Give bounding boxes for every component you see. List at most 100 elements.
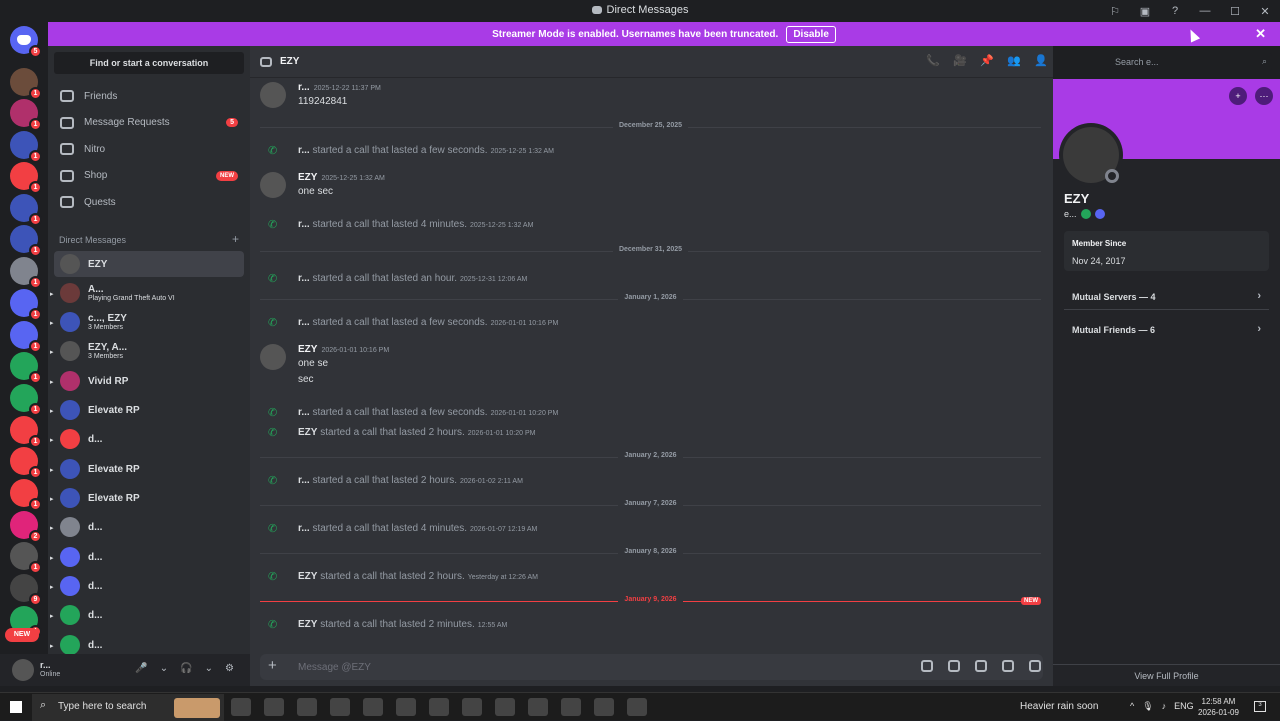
message-composer[interactable]: + Message @EZY bbox=[260, 654, 1043, 680]
user-avatar[interactable] bbox=[12, 659, 34, 681]
app-icon[interactable] bbox=[396, 698, 416, 716]
avatar[interactable] bbox=[260, 82, 286, 108]
server-icon[interactable]: 1 bbox=[10, 384, 42, 416]
app-icon[interactable] bbox=[330, 698, 350, 716]
window-control-icon[interactable]: ☐ bbox=[1220, 5, 1250, 18]
dm-item[interactable]: ▸ d... bbox=[50, 514, 244, 540]
find-conversation-button[interactable]: Find or start a conversation bbox=[54, 52, 244, 74]
disable-button[interactable]: Disable bbox=[786, 25, 836, 43]
more-icon[interactable]: ⋯ bbox=[1255, 87, 1273, 105]
windows-start-icon[interactable] bbox=[10, 701, 22, 713]
file-explorer-icon[interactable] bbox=[627, 698, 647, 716]
avatar[interactable] bbox=[260, 172, 286, 198]
create-dm-icon[interactable]: + bbox=[232, 232, 239, 246]
call-author[interactable]: r... bbox=[298, 317, 310, 328]
server-icon[interactable]: 1 bbox=[10, 321, 42, 353]
app-icon[interactable] bbox=[264, 698, 284, 716]
mutual-servers-row[interactable]: Mutual Servers — 4 › bbox=[1064, 284, 1269, 310]
server-icon[interactable]: 1 bbox=[10, 162, 42, 194]
search-input[interactable]: Search e... ⌕ bbox=[1110, 53, 1272, 71]
server-icon[interactable]: 1 bbox=[10, 542, 42, 574]
video-icon[interactable]: 🎥 bbox=[952, 54, 968, 70]
app-icon[interactable] bbox=[462, 698, 482, 716]
add-friend-icon[interactable]: + bbox=[1229, 87, 1247, 105]
call-author[interactable]: r... bbox=[298, 475, 310, 486]
call-author[interactable]: r... bbox=[298, 145, 310, 156]
message-author[interactable]: r... 2025-12-22 11:37 PM bbox=[298, 82, 381, 93]
call-icon[interactable]: 📞 bbox=[925, 54, 941, 70]
window-control-icon[interactable]: — bbox=[1190, 5, 1220, 17]
nav-message-requests[interactable]: Message Requests 5 bbox=[54, 111, 244, 135]
app-icon[interactable] bbox=[429, 698, 449, 716]
server-icon[interactable]: 5 bbox=[10, 26, 42, 58]
window-control-icon[interactable]: ⚐ bbox=[1100, 5, 1130, 18]
call-author[interactable]: EZY bbox=[298, 427, 317, 438]
window-control-icon[interactable]: ✕ bbox=[1250, 5, 1280, 18]
add-friends-icon[interactable]: 👥 bbox=[1006, 54, 1022, 70]
apps-icon[interactable] bbox=[1029, 660, 1041, 672]
nav-nitro[interactable]: Nitro bbox=[54, 137, 244, 161]
language-indicator[interactable]: ENG bbox=[1174, 701, 1194, 712]
window-control-icon[interactable]: ▣ bbox=[1130, 5, 1160, 18]
dm-item[interactable]: ▸ d... bbox=[50, 544, 244, 570]
server-icon[interactable]: 1 bbox=[10, 99, 42, 131]
mic-icon[interactable]: 🎙 bbox=[1142, 701, 1153, 712]
server-icon[interactable]: 1 bbox=[10, 479, 42, 511]
close-banner-icon[interactable]: ✕ bbox=[1255, 26, 1266, 42]
server-icon[interactable]: 1 bbox=[10, 289, 42, 321]
profile-icon[interactable]: 👤 bbox=[1033, 54, 1049, 70]
emoji-icon[interactable] bbox=[1002, 660, 1014, 672]
notification-icon[interactable]: 3 bbox=[1254, 701, 1266, 712]
call-author[interactable]: r... bbox=[298, 523, 310, 534]
message-input[interactable]: Message @EZY bbox=[298, 662, 371, 673]
dm-item[interactable]: ▸ Elevate RP bbox=[50, 456, 244, 482]
server-icon[interactable]: 1 bbox=[10, 225, 42, 257]
server-icon[interactable]: 9 bbox=[10, 574, 42, 606]
call-author[interactable]: r... bbox=[298, 219, 310, 230]
profile-avatar[interactable] bbox=[1059, 123, 1123, 187]
message-author[interactable]: EZY 2025-12-25 1:32 AM bbox=[298, 172, 385, 183]
mutual-friends-row[interactable]: Mutual Friends — 6 › bbox=[1064, 317, 1269, 343]
volume-icon[interactable]: ♪ bbox=[1162, 701, 1167, 712]
user-control-icon[interactable]: ⌄ bbox=[205, 663, 213, 674]
chrome-icon[interactable] bbox=[297, 698, 317, 716]
dm-item[interactable]: ▸ Vivid RP bbox=[50, 368, 244, 394]
pin-icon[interactable]: 📌 bbox=[979, 54, 995, 70]
clock[interactable]: 12:58 AM 2026-01-09 bbox=[1198, 696, 1239, 718]
call-author[interactable]: EZY bbox=[298, 571, 317, 582]
view-full-profile-button[interactable]: View Full Profile bbox=[1053, 664, 1280, 686]
dm-item[interactable]: EZY bbox=[54, 251, 244, 277]
server-icon[interactable]: 1 bbox=[10, 257, 42, 289]
dm-item[interactable]: ▸ Elevate RP bbox=[50, 397, 244, 423]
app-icon[interactable] bbox=[495, 698, 515, 716]
server-icon[interactable]: 1 bbox=[10, 352, 42, 384]
app-icon[interactable] bbox=[528, 698, 548, 716]
server-icon[interactable]: 1 bbox=[10, 447, 42, 479]
taskbar-search[interactable]: ⌕ Type here to search bbox=[32, 694, 224, 721]
dm-item[interactable]: ▸ d... bbox=[50, 602, 244, 628]
add-attachment-icon[interactable]: + bbox=[268, 657, 277, 674]
nav-quests[interactable]: Quests bbox=[54, 190, 244, 214]
call-author[interactable]: EZY bbox=[298, 619, 317, 630]
user-control-icon[interactable]: ⌄ bbox=[160, 663, 168, 674]
app-icon[interactable] bbox=[363, 698, 383, 716]
gift-icon[interactable] bbox=[921, 660, 933, 672]
dm-item[interactable]: ▸ EZY, A... 3 Members bbox=[50, 338, 244, 364]
nav-shop[interactable]: Shop NEW bbox=[54, 164, 244, 188]
user-control-icon[interactable]: 🎤 bbox=[135, 663, 147, 674]
server-icon[interactable]: 1 bbox=[10, 194, 42, 226]
chevron-up-icon[interactable]: ^ bbox=[1130, 701, 1134, 712]
task-view-icon[interactable] bbox=[231, 698, 251, 716]
server-icon[interactable]: 1 bbox=[10, 131, 42, 163]
avatar[interactable] bbox=[260, 344, 286, 370]
call-author[interactable]: r... bbox=[298, 407, 310, 418]
dm-item[interactable]: ▸ d... bbox=[50, 426, 244, 452]
dm-item[interactable]: ▸ d... bbox=[50, 573, 244, 599]
dm-item[interactable]: ▸ A... Playing Grand Theft Auto VI bbox=[50, 280, 244, 306]
call-author[interactable]: r... bbox=[298, 273, 310, 284]
dm-item[interactable]: ▸ c..., EZY 3 Members bbox=[50, 309, 244, 335]
server-icon[interactable]: 1 bbox=[10, 68, 42, 100]
app-icon[interactable] bbox=[561, 698, 581, 716]
server-icon[interactable]: 1 bbox=[10, 416, 42, 448]
window-control-icon[interactable]: ? bbox=[1160, 5, 1190, 17]
